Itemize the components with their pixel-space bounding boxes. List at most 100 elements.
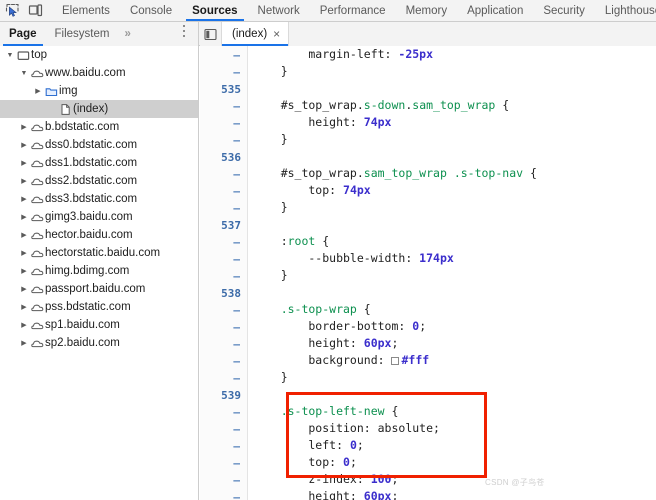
code-line[interactable]: top: 74px	[253, 182, 656, 199]
chevron-right-icon[interactable]: ▶	[18, 124, 30, 131]
tree-item-dss1bdstaticcom[interactable]: ▶ dss1.bdstatic.com	[0, 154, 198, 172]
code-content[interactable]: margin-left: -25px } #s_top_wrap.s-down.…	[249, 46, 656, 500]
panel-tab-lighthouse[interactable]: Lighthouse	[595, 0, 656, 21]
chevron-right-icon[interactable]: ▶	[18, 214, 30, 221]
panel-tab-memory[interactable]: Memory	[396, 0, 458, 21]
code-line[interactable]: background: #fff	[253, 352, 656, 369]
chevron-right-icon[interactable]: ▶	[18, 250, 30, 257]
code-line[interactable]: height: 60px;	[253, 335, 656, 352]
tree-item-sp1baiducom[interactable]: ▶ sp1.baidu.com	[0, 316, 198, 334]
code-token: }	[253, 132, 288, 146]
code-line[interactable]: --bubble-width: 174px	[253, 250, 656, 267]
chevron-right-icon[interactable]: ▶	[18, 160, 30, 167]
wrapped-line-marker: –	[233, 66, 240, 79]
code-line[interactable]: }	[253, 63, 656, 80]
panel-tab-application[interactable]: Application	[457, 0, 533, 21]
code-line[interactable]: .s-top-wrap {	[253, 301, 656, 318]
tree-item-sp2baiducom[interactable]: ▶ sp2.baidu.com	[0, 334, 198, 352]
code-line[interactable]: left: 0;	[253, 437, 656, 454]
tree-item-bbdstaticcom[interactable]: ▶ b.bdstatic.com	[0, 118, 198, 136]
tree-item-passportbaiducom[interactable]: ▶ passport.baidu.com	[0, 280, 198, 298]
chevron-right-icon[interactable]: ▶	[18, 196, 30, 203]
wrapped-line-marker: –	[233, 440, 240, 453]
code-line[interactable]: :root {	[253, 233, 656, 250]
tree-item-hectorbaiducom[interactable]: ▶ hector.baidu.com	[0, 226, 198, 244]
chevron-right-icon[interactable]: ▶	[18, 178, 30, 185]
tree-item-dss2bdstaticcom[interactable]: ▶ dss2.bdstatic.com	[0, 172, 198, 190]
code-line[interactable]: position: absolute;	[253, 420, 656, 437]
code-line[interactable]: }	[253, 199, 656, 216]
navigator-file-tree[interactable]: ▼ top ▼ www.baidu.com ▶ img (index) ▶ b.bdstatic…	[0, 46, 199, 500]
code-line[interactable]	[253, 216, 656, 233]
code-line[interactable]: height: 74px	[253, 114, 656, 131]
chevron-down-icon[interactable]: ▼	[18, 70, 30, 77]
code-token: ;	[356, 438, 364, 452]
editor-tab-index[interactable]: (index) ×	[222, 22, 290, 46]
chevron-right-icon[interactable]: ▶	[18, 304, 30, 311]
line-number: 536	[221, 151, 241, 164]
code-line[interactable]: #s_top_wrap.sam_top_wrap .s-top-nav {	[253, 165, 656, 182]
color-swatch[interactable]	[391, 357, 400, 365]
tree-item-dss0bdstaticcom[interactable]: ▶ dss0.bdstatic.com	[0, 136, 198, 154]
navigator-tab-page[interactable]: Page	[0, 22, 46, 46]
tree-item-label: dss1.bdstatic.com	[45, 157, 138, 169]
code-token: height:	[253, 115, 364, 129]
panel-tab-security[interactable]: Security	[533, 0, 595, 21]
navigator-more-tabs-button[interactable]: »	[118, 22, 135, 46]
code-line[interactable]: .s-top-left-new {	[253, 403, 656, 420]
code-token: z-index:	[253, 472, 371, 486]
tree-item-img[interactable]: ▶ img	[0, 82, 198, 100]
code-token: {	[523, 166, 537, 180]
code-token: .s-top-wrap	[253, 302, 357, 316]
chevron-right-icon[interactable]: ▶	[18, 268, 30, 275]
chevron-right-icon[interactable]: ▶	[18, 340, 30, 347]
chevron-right-icon[interactable]: ▶	[32, 88, 44, 95]
panel-tab-sources[interactable]: Sources	[182, 0, 247, 21]
tree-item-dss3bdstaticcom[interactable]: ▶ dss3.bdstatic.com	[0, 190, 198, 208]
code-line[interactable]: z-index: 100;	[253, 471, 656, 488]
code-line[interactable]	[253, 386, 656, 403]
source-code-editor[interactable]: ––535–––536–––537–––538–––––539––––––––5…	[200, 46, 656, 500]
inspect-element-icon[interactable]	[5, 3, 20, 18]
device-toolbar-icon[interactable]	[28, 3, 43, 18]
close-icon[interactable]: ×	[273, 28, 280, 40]
panel-tab-network[interactable]: Network	[248, 0, 310, 21]
tree-item-wwwbaiducom[interactable]: ▼ www.baidu.com	[0, 64, 198, 82]
more-options-icon[interactable]	[178, 25, 190, 43]
code-line[interactable]: top: 0;	[253, 454, 656, 471]
show-navigator-icon[interactable]	[200, 22, 222, 46]
panel-tab-list: Elements Console Sources Network Performance…	[52, 0, 656, 21]
code-token: 60px	[363, 489, 392, 500]
tree-item-index[interactable]: (index)	[0, 100, 198, 118]
chevron-right-icon[interactable]: ▶	[18, 142, 30, 149]
code-line[interactable]: border-bottom: 0;	[253, 318, 656, 335]
folder-icon	[44, 85, 59, 98]
tree-item-himgbdimgcom[interactable]: ▶ himg.bdimg.com	[0, 262, 198, 280]
wrapped-line-marker: –	[233, 236, 240, 249]
code-line[interactable]	[253, 148, 656, 165]
tree-item-label: sp2.baidu.com	[45, 337, 120, 349]
wrapped-line-marker: –	[233, 338, 240, 351]
code-line[interactable]: #s_top_wrap.s-down.sam_top_wrap {	[253, 97, 656, 114]
tree-item-top[interactable]: ▼ top	[0, 46, 198, 64]
cloud-icon	[30, 193, 45, 206]
code-line[interactable]	[253, 284, 656, 301]
code-line[interactable]	[253, 80, 656, 97]
panel-tab-performance[interactable]: Performance	[310, 0, 396, 21]
chevron-right-icon[interactable]: ▶	[18, 232, 30, 239]
chevron-down-icon[interactable]: ▼	[4, 52, 16, 59]
code-line[interactable]: }	[253, 369, 656, 386]
tree-item-hectorstaticbaiducom[interactable]: ▶ hectorstatic.baidu.com	[0, 244, 198, 262]
wrapped-line-marker: –	[233, 100, 240, 113]
chevron-right-icon[interactable]: ▶	[18, 286, 30, 293]
code-line[interactable]: height: 60px;	[253, 488, 656, 500]
tree-item-gimg3baiducom[interactable]: ▶ gimg3.baidu.com	[0, 208, 198, 226]
panel-tab-console[interactable]: Console	[120, 0, 182, 21]
code-line[interactable]: margin-left: -25px	[253, 46, 656, 63]
navigator-tab-filesystem[interactable]: Filesystem	[46, 22, 119, 46]
chevron-right-icon[interactable]: ▶	[18, 322, 30, 329]
panel-tab-elements[interactable]: Elements	[52, 0, 120, 21]
code-line[interactable]: }	[253, 131, 656, 148]
code-line[interactable]: }	[253, 267, 656, 284]
tree-item-pssbdstaticcom[interactable]: ▶ pss.bdstatic.com	[0, 298, 198, 316]
